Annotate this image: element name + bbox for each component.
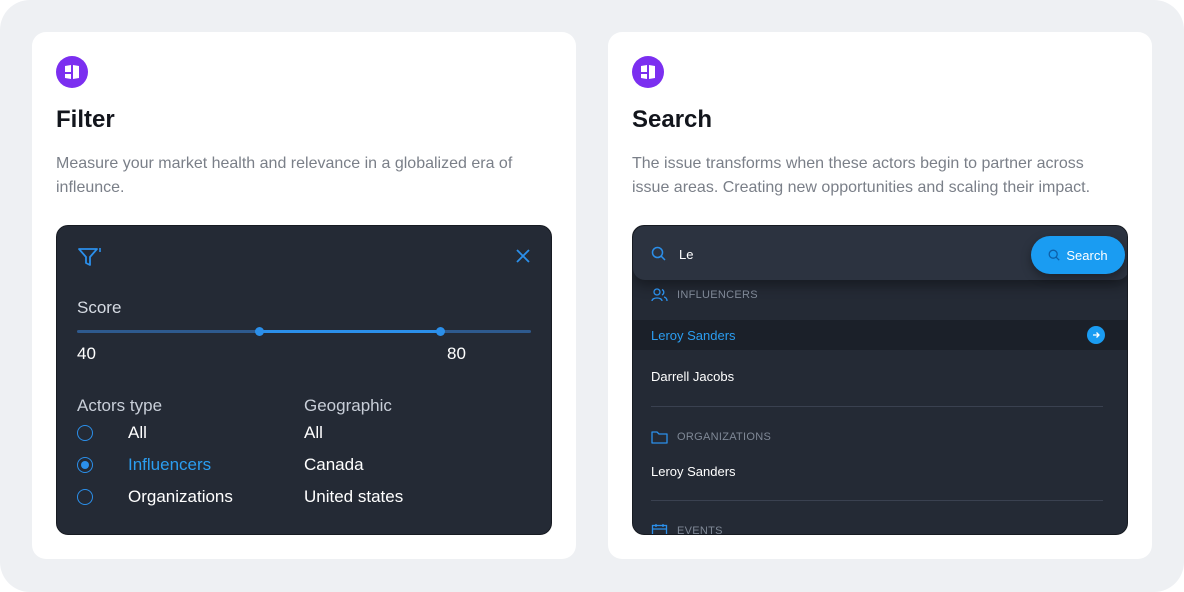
search-button-label: Search: [1066, 247, 1108, 263]
geographic-title: Geographic: [304, 396, 392, 415]
score-label: Score: [77, 298, 122, 317]
filter-icon[interactable]: [77, 246, 103, 273]
geo-option-all[interactable]: All: [304, 423, 323, 443]
brand-logo-icon: [56, 56, 88, 88]
search-input[interactable]: [679, 243, 979, 265]
actor-option-organizations[interactable]: Organizations: [77, 486, 233, 508]
option-label: All: [128, 423, 147, 442]
calendar-icon: [651, 524, 668, 534]
folder-icon: [651, 431, 668, 444]
section-title: INFLUENCERS: [677, 289, 758, 301]
filter-panel: Score 40 80 Actors type Geographic All I…: [56, 225, 552, 535]
search-card: Search The issue transforms when these a…: [608, 32, 1152, 559]
search-icon: [1048, 249, 1061, 261]
result-label: Leroy Sanders: [651, 327, 736, 343]
search-button[interactable]: Search: [1031, 236, 1125, 274]
divider: [651, 500, 1103, 501]
card-title: Search: [632, 106, 713, 133]
card-description: The issue transforms when these actors b…: [632, 155, 1091, 196]
slider-max-handle[interactable]: [436, 327, 446, 336]
geo-option-united-states[interactable]: United states: [304, 487, 403, 507]
filter-card: Filter Measure your market health and re…: [32, 32, 576, 559]
slider-max-value: 80: [447, 344, 466, 363]
search-icon: [651, 246, 666, 266]
section-influencers: INFLUENCERS: [651, 288, 758, 302]
users-icon: [651, 288, 668, 302]
brand-logo-icon: [632, 56, 664, 88]
slider-min-handle[interactable]: [254, 327, 264, 336]
geo-option-canada[interactable]: Canada: [304, 455, 364, 475]
section-events: EVENTS: [651, 523, 723, 535]
search-bar: Search: [633, 226, 1127, 280]
actors-type-title: Actors type: [77, 396, 163, 415]
search-panel: Search INFLUENCERS Leroy Sanders: [632, 225, 1128, 535]
section-title: EVENTS: [677, 524, 723, 535]
page-background: Filter Measure your market health and re…: [0, 0, 1184, 592]
slider-fill: [258, 330, 441, 333]
result-item-active[interactable]: Leroy Sanders: [633, 320, 1127, 350]
section-title: ORGANIZATIONS: [677, 431, 772, 443]
result-item[interactable]: Darrell Jacobs: [633, 361, 1127, 391]
divider: [651, 406, 1103, 407]
close-icon[interactable]: [515, 248, 531, 269]
score-slider[interactable]: [77, 327, 531, 336]
arrow-right-icon[interactable]: [1087, 326, 1105, 344]
card-description: Measure your market health and relevance…: [56, 155, 513, 196]
option-label: Organizations: [128, 487, 233, 506]
result-label: Darrell Jacobs: [651, 368, 735, 384]
actor-option-influencers[interactable]: Influencers: [77, 454, 211, 476]
option-label: Influencers: [128, 455, 212, 474]
radio-button-selected[interactable]: [77, 457, 93, 473]
result-label: Leroy Sanders: [651, 463, 736, 479]
actor-option-all[interactable]: All: [77, 422, 147, 444]
result-item[interactable]: Leroy Sanders: [633, 456, 1127, 486]
card-title: Filter: [56, 106, 115, 133]
slider-min-value: 40: [77, 344, 96, 363]
radio-button[interactable]: [77, 425, 93, 441]
radio-button[interactable]: [77, 489, 93, 505]
section-organizations: ORGANIZATIONS: [651, 430, 771, 444]
